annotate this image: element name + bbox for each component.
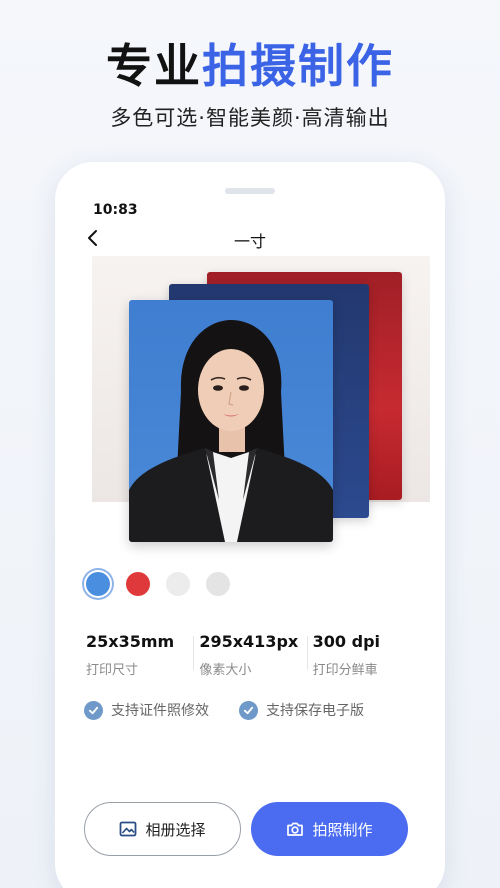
spec-print-size: 25x35mm 打印尺寸 <box>86 632 199 678</box>
spec-pixel-size: 295x413px 像素大小 <box>193 632 312 678</box>
spec-label: 像素大小 <box>199 663 252 678</box>
photo-specs: 25x35mm 打印尺寸 295x413px 像素大小 300 dpi 打印分鲜… <box>86 632 426 678</box>
take-photo-label: 拍照制作 <box>312 820 373 839</box>
phone-screen: 10:83 一寸 25x35mm 打印尺寸 295x413px 像素大小 300… <box>55 162 445 888</box>
spec-value: 25x35mm <box>86 632 175 651</box>
photo-preview-stage <box>92 256 430 542</box>
spec-resolution: 300 dpi 打印分鲜車 <box>306 632 426 678</box>
photo-card-blue <box>129 300 333 542</box>
spec-value: 295x413px <box>199 632 299 651</box>
background-color-picker <box>86 572 230 596</box>
hero-subtitle: 多色可选·智能美颜·高清输出 <box>110 106 390 130</box>
swatch-blue[interactable] <box>86 572 110 596</box>
swatch-white[interactable] <box>166 572 190 596</box>
spec-label: 打印分鲜車 <box>312 663 378 678</box>
notch <box>225 188 275 194</box>
feature-item: 支持保存电子版 <box>239 700 364 720</box>
hero-title-black: 专业 <box>106 39 202 93</box>
status-time: 10:83 <box>93 202 138 218</box>
spec-value: 300 dpi <box>312 632 381 651</box>
album-select-label: 相册选择 <box>145 820 206 839</box>
camera-icon <box>287 822 304 836</box>
spec-label: 打印尺寸 <box>86 663 139 678</box>
feature-label: 支持证件照修效 <box>111 703 209 719</box>
check-circle-icon <box>84 700 103 720</box>
take-photo-button[interactable]: 拍照制作 <box>251 802 408 856</box>
swatch-light-gray[interactable] <box>206 572 230 596</box>
feature-label: 支持保存电子版 <box>266 703 364 719</box>
swatch-red[interactable] <box>126 572 150 596</box>
feature-list: 支持证件照修效 支持保存电子版 <box>84 700 364 720</box>
portrait-image <box>129 320 333 542</box>
hero-title: 专业拍摄制作 <box>0 30 500 96</box>
image-icon <box>120 821 137 837</box>
page-title: 一寸 <box>233 232 266 251</box>
feature-item: 支持证件照修效 <box>84 700 209 720</box>
check-circle-icon <box>239 700 258 720</box>
hero-title-accent: 拍摄制作 <box>202 39 394 93</box>
album-select-button[interactable]: 相册选择 <box>84 802 241 856</box>
